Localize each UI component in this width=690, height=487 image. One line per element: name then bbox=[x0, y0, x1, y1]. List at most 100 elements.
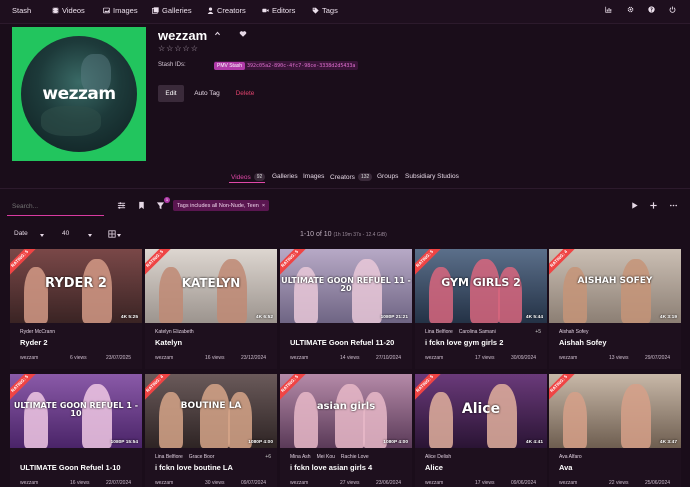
logout-button[interactable] bbox=[669, 6, 676, 13]
video-studio[interactable]: wezzam bbox=[155, 355, 173, 361]
video-thumbnail[interactable]: ULTIMATE GOON REFUEL 11 - 20 RATING: 5 1… bbox=[280, 249, 412, 323]
search-box[interactable] bbox=[7, 197, 104, 216]
video-studio[interactable]: wezzam bbox=[290, 480, 308, 486]
performer-name[interactable]: Ava Alfaro bbox=[559, 454, 582, 460]
stash-id-link[interactable]: PMV Stash 392c05a2-890c-4fc7-98ce-3338d2… bbox=[214, 61, 359, 70]
brand-link[interactable]: Stash bbox=[12, 6, 31, 15]
tab-creators[interactable]: Creators 132 bbox=[330, 173, 373, 181]
thumbnail-figure bbox=[159, 267, 183, 323]
video-title[interactable]: ULTIMATE Goon Refuel 11-20 bbox=[290, 338, 394, 347]
video-thumbnail[interactable]: RYDER 2 RATING: 5 4K 5:25 bbox=[10, 249, 142, 323]
bookmark-icon[interactable] bbox=[137, 201, 146, 210]
video-title[interactable]: i fckn love gym girls 2 bbox=[425, 338, 503, 347]
performer-name[interactable]: Grace Boor bbox=[189, 454, 215, 460]
nav-tags[interactable]: Tags bbox=[312, 6, 338, 15]
performer-name[interactable]: Katelyn Elizabeth bbox=[155, 329, 194, 335]
sort-by-select[interactable]: Date bbox=[14, 230, 28, 237]
auto-tag-button[interactable]: Auto Tag bbox=[190, 85, 224, 102]
active-filter-tag[interactable]: Tags includes all Non-Nude, Teen × bbox=[173, 200, 270, 211]
video-card[interactable]: BOUTINE LA RATING: 4 1080P 4:00 Lina Bel… bbox=[145, 374, 277, 487]
video-card[interactable]: RYDER 2 RATING: 5 4K 5:25 Ryder McCrann … bbox=[10, 249, 142, 369]
performer-name[interactable]: Carolina Samani bbox=[459, 329, 496, 335]
tab-images[interactable]: Images bbox=[303, 173, 324, 180]
video-studio[interactable]: wezzam bbox=[425, 355, 443, 361]
video-studio[interactable]: wezzam bbox=[290, 355, 308, 361]
video-title[interactable]: Alice bbox=[425, 463, 443, 472]
more-options-icon[interactable] bbox=[669, 201, 678, 210]
remove-filter-icon[interactable]: × bbox=[262, 203, 265, 209]
video-card[interactable]: Alice RATING: 5 4K 4:41 Alice Delish Ali… bbox=[415, 374, 547, 487]
video-title[interactable]: Katelyn bbox=[155, 338, 182, 347]
filter-icon[interactable] bbox=[156, 201, 165, 210]
video-card[interactable]: ULTIMATE GOON REFUEL 11 - 20 RATING: 5 1… bbox=[280, 249, 412, 369]
edit-button[interactable]: Edit bbox=[158, 85, 184, 102]
video-card[interactable]: asian girls RATING: 5 1080P 4:00 Mina As… bbox=[280, 374, 412, 487]
video-thumbnail[interactable]: BOUTINE LA RATING: 4 1080P 4:00 bbox=[145, 374, 277, 448]
nav-editors[interactable]: Editors bbox=[262, 6, 295, 15]
video-studio[interactable]: wezzam bbox=[20, 480, 38, 486]
display-mode-chevron-icon[interactable] bbox=[117, 232, 121, 239]
performer-name[interactable]: Mei Kou bbox=[317, 454, 335, 460]
nav-images[interactable]: Images bbox=[103, 6, 138, 15]
nav-creators[interactable]: Creators bbox=[207, 6, 246, 15]
video-title[interactable]: Ava bbox=[559, 463, 572, 472]
tab-galleries[interactable]: Galleries bbox=[272, 173, 298, 180]
video-card[interactable]: KATELYN RATING: 5 4K 6:52 Katelyn Elizab… bbox=[145, 249, 277, 369]
video-title[interactable]: i fckn love boutine LA bbox=[155, 463, 233, 472]
video-thumbnail[interactable]: RATING: 5 4K 3:47 bbox=[549, 374, 681, 448]
thumbnail-title-overlay: KATELYN bbox=[181, 276, 241, 290]
power-icon bbox=[669, 6, 676, 13]
video-thumbnail[interactable]: asian girls RATING: 5 1080P 4:00 bbox=[280, 374, 412, 448]
help-button[interactable]: ? bbox=[648, 6, 655, 13]
video-studio[interactable]: wezzam bbox=[155, 480, 173, 486]
performer-name[interactable]: Alice Delish bbox=[425, 454, 451, 460]
performer-name[interactable]: Ryder McCrann bbox=[20, 329, 55, 335]
tab-videos[interactable]: Videos 92 bbox=[231, 173, 266, 181]
performer-name[interactable]: Mina Ash bbox=[290, 454, 311, 460]
more-performers-count[interactable]: +6 bbox=[265, 454, 271, 460]
video-thumbnail[interactable]: AISHAH SOFEY RATING: 4 4K 3:19 bbox=[549, 249, 681, 323]
more-performers-count[interactable]: +5 bbox=[535, 329, 541, 335]
settings-button[interactable] bbox=[627, 6, 634, 13]
video-card[interactable]: GYM GIRLS 2 RATING: 5 4K 5:44 Lina Belfi… bbox=[415, 249, 547, 369]
image-icon bbox=[103, 7, 110, 14]
display-options-icon[interactable] bbox=[117, 201, 126, 210]
video-title[interactable]: i fckn love asian girls 4 bbox=[290, 463, 372, 472]
video-title[interactable]: Ryder 2 bbox=[20, 338, 48, 347]
video-studio[interactable]: wezzam bbox=[425, 480, 443, 486]
collapse-toggle-icon[interactable] bbox=[214, 30, 221, 39]
video-card[interactable]: AISHAH SOFEY RATING: 4 4K 3:19 Aishah So… bbox=[549, 249, 681, 369]
video-studio[interactable]: wezzam bbox=[20, 355, 38, 361]
display-mode-grid-icon[interactable] bbox=[108, 230, 116, 240]
nav-galleries[interactable]: Galleries bbox=[152, 6, 192, 15]
sort-direction-icon[interactable] bbox=[40, 232, 44, 239]
search-input[interactable] bbox=[7, 197, 104, 215]
plus-icon[interactable] bbox=[649, 201, 658, 210]
resolution-duration: 4K 3:19 bbox=[659, 315, 677, 320]
performer-name[interactable]: Lina Belfiore bbox=[425, 329, 453, 335]
video-thumbnail[interactable]: KATELYN RATING: 5 4K 6:52 bbox=[145, 249, 277, 323]
performer-name[interactable]: Lina Belfiore bbox=[155, 454, 183, 460]
video-studio[interactable]: wezzam bbox=[559, 355, 577, 361]
performer-name[interactable]: Rachie Love bbox=[341, 454, 369, 460]
video-title[interactable]: ULTIMATE Goon Refuel 1-10 bbox=[20, 463, 121, 472]
video-thumbnail[interactable]: ULTIMATE GOON REFUEL 1 - 10 RATING: 5 10… bbox=[10, 374, 142, 448]
video-thumbnail[interactable]: Alice RATING: 5 4K 4:41 bbox=[415, 374, 547, 448]
play-icon[interactable] bbox=[630, 201, 639, 210]
video-thumbnail[interactable]: GYM GIRLS 2 RATING: 5 4K 5:44 bbox=[415, 249, 547, 323]
performer-name[interactable]: Aishah Sofey bbox=[559, 329, 588, 335]
video-studio[interactable]: wezzam bbox=[559, 480, 577, 486]
per-page-select[interactable]: 40 bbox=[62, 230, 69, 237]
stats-button[interactable] bbox=[605, 6, 612, 13]
nav-videos[interactable]: Videos bbox=[52, 6, 85, 15]
tab-groups[interactable]: Groups bbox=[377, 173, 398, 180]
delete-button[interactable]: Delete bbox=[230, 85, 260, 102]
video-card[interactable]: ULTIMATE GOON REFUEL 1 - 10 RATING: 5 10… bbox=[10, 374, 142, 487]
video-date: 25/06/2024 bbox=[645, 480, 671, 486]
video-card[interactable]: RATING: 5 4K 3:47 Ava Alfaro Ava wezzam … bbox=[549, 374, 681, 487]
favorite-heart-icon[interactable] bbox=[239, 30, 247, 40]
nav-editors-label: Editors bbox=[272, 6, 296, 15]
rating-stars[interactable]: ☆☆☆☆☆ bbox=[158, 44, 199, 53]
video-title[interactable]: Aishah Sofey bbox=[559, 338, 607, 347]
tab-subsidiary-studios[interactable]: Subsidiary Studios bbox=[405, 173, 459, 180]
